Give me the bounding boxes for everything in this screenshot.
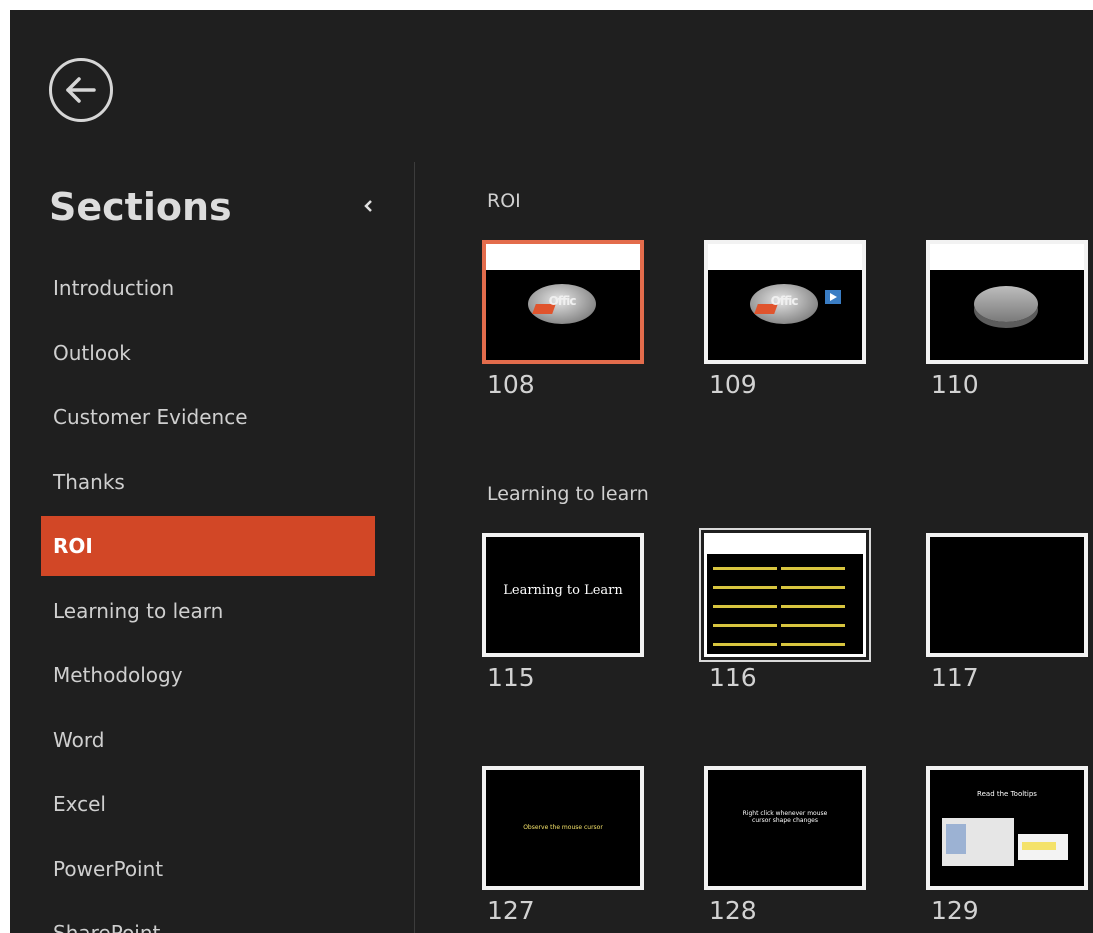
slide-preview: Offic — [704, 240, 866, 364]
office-disc-graphic: Offic — [750, 284, 818, 324]
slide-number: 117 — [931, 663, 979, 692]
office-disc-graphic: Offic — [528, 284, 596, 324]
group-title-learning-to-learn: Learning to learn — [487, 483, 649, 505]
play-icon — [825, 290, 841, 304]
section-item-introduction[interactable]: Introduction — [41, 258, 375, 318]
section-item-thanks[interactable]: Thanks — [41, 452, 375, 512]
slide-thumbnail[interactable]: Learning to Learn 115 — [482, 533, 644, 690]
chevron-left-icon — [364, 200, 372, 212]
slide-thumbnail[interactable]: 110 — [926, 240, 1088, 397]
slide-preview — [926, 240, 1088, 364]
slide-preview: Learning to Learn — [482, 533, 644, 657]
slide-number: 128 — [709, 896, 757, 925]
slide-thumbnail[interactable]: Offic 109 — [704, 240, 866, 397]
slide-number: 129 — [931, 896, 979, 925]
slide-number: 110 — [931, 370, 979, 399]
slide-number: 109 — [709, 370, 757, 399]
screenshot-graphic — [942, 818, 1014, 866]
slide-thumbnail[interactable]: Read the Tooltips 129 — [926, 766, 1088, 923]
section-item-powerpoint[interactable]: PowerPoint — [41, 839, 375, 899]
slide-preview: Read the Tooltips — [926, 766, 1088, 890]
slide-preview — [704, 533, 866, 657]
section-item-learning-to-learn[interactable]: Learning to learn — [41, 581, 375, 641]
section-item-methodology[interactable]: Methodology — [41, 645, 375, 705]
slide-number: 127 — [487, 896, 535, 925]
group-title-roi: ROI — [487, 190, 521, 212]
sidebar-title: Sections — [49, 185, 232, 229]
section-item-excel[interactable]: Excel — [41, 774, 375, 834]
slide-preview: Offic — [482, 240, 644, 364]
summary-bullets-graphic — [713, 560, 863, 654]
slide-grid: ROI Learning to learn Offic 108 Offic 10… — [415, 170, 1093, 933]
slide-title-text: Read the Tooltips — [977, 790, 1037, 798]
app-window: Sections Introduction Outlook Customer E… — [10, 10, 1093, 933]
slide-preview: Observe the mouse cursor — [482, 766, 644, 890]
slide-number: 115 — [487, 663, 535, 692]
section-item-sharepoint[interactable]: SharePoint — [41, 903, 375, 933]
tooltip-graphic — [1018, 834, 1068, 860]
back-button[interactable] — [49, 58, 113, 122]
slide-number: 108 — [487, 370, 535, 399]
slide-thumbnail[interactable]: 116 — [704, 533, 866, 690]
slide-preview — [926, 533, 1088, 657]
slide-number: 116 — [709, 663, 757, 692]
section-item-roi[interactable]: ROI — [41, 516, 375, 576]
slide-thumbnail[interactable]: 117 — [926, 533, 1088, 690]
back-arrow-icon — [66, 77, 96, 103]
slide-title-text: Learning to Learn — [503, 583, 623, 598]
section-item-word[interactable]: Word — [41, 710, 375, 770]
slide-title-text: Observe the mouse cursor — [523, 824, 603, 831]
slide-thumbnail[interactable]: Observe the mouse cursor 127 — [482, 766, 644, 923]
slide-thumbnail[interactable]: Right click whenever mouse cursor shape … — [704, 766, 866, 923]
section-item-customer-evidence[interactable]: Customer Evidence — [41, 387, 375, 447]
slide-thumbnail[interactable]: Offic 108 — [482, 240, 644, 397]
section-list: Introduction Outlook Customer Evidence T… — [41, 258, 375, 933]
slide-preview: Right click whenever mouse cursor shape … — [704, 766, 866, 890]
sections-sidebar: Sections Introduction Outlook Customer E… — [10, 170, 414, 933]
section-item-outlook[interactable]: Outlook — [41, 323, 375, 383]
collapse-sidebar-button[interactable] — [357, 194, 381, 218]
pie-chart-graphic — [974, 286, 1038, 322]
slide-title-text: Right click whenever mouse cursor shape … — [742, 810, 828, 824]
